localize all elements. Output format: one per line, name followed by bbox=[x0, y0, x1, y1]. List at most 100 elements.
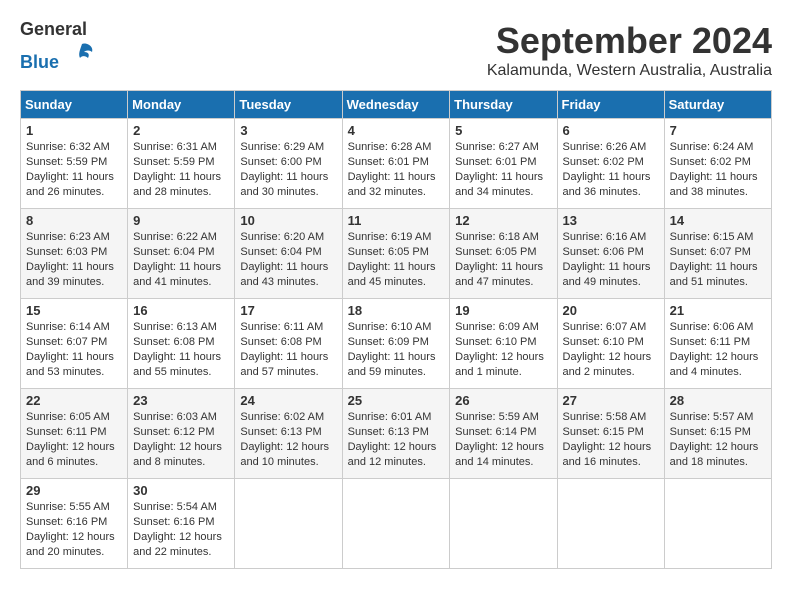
logo-blue: Blue bbox=[20, 52, 59, 72]
header-sunday: Sunday bbox=[21, 91, 128, 119]
day-info: Sunrise: 5:54 AM Sunset: 6:16 PM Dayligh… bbox=[133, 500, 229, 559]
sunrise-label: Sunrise: 6:01 AM bbox=[348, 411, 432, 423]
calendar-week-row: 29 Sunrise: 5:55 AM Sunset: 6:16 PM Dayl… bbox=[21, 479, 772, 569]
day-number: 15 bbox=[26, 303, 122, 318]
calendar-day-cell: 29 Sunrise: 5:55 AM Sunset: 6:16 PM Dayl… bbox=[21, 479, 128, 569]
sunset-label: Sunset: 6:13 PM bbox=[240, 426, 321, 438]
calendar-day-cell: 7 Sunrise: 6:24 AM Sunset: 6:02 PM Dayli… bbox=[664, 119, 771, 209]
day-info: Sunrise: 6:28 AM Sunset: 6:01 PM Dayligh… bbox=[348, 140, 445, 199]
sunrise-label: Sunrise: 6:32 AM bbox=[26, 141, 110, 153]
daylight-label: Daylight: 12 hours and 12 minutes. bbox=[348, 441, 437, 468]
day-number: 6 bbox=[563, 123, 659, 138]
daylight-label: Daylight: 11 hours and 43 minutes. bbox=[240, 261, 328, 288]
day-info: Sunrise: 6:15 AM Sunset: 6:07 PM Dayligh… bbox=[670, 230, 766, 289]
calendar-header-row: SundayMondayTuesdayWednesdayThursdayFrid… bbox=[21, 91, 772, 119]
day-number: 19 bbox=[455, 303, 551, 318]
daylight-label: Daylight: 11 hours and 28 minutes. bbox=[133, 171, 221, 198]
calendar-day-cell: 15 Sunrise: 6:14 AM Sunset: 6:07 PM Dayl… bbox=[21, 299, 128, 389]
day-info: Sunrise: 6:19 AM Sunset: 6:05 PM Dayligh… bbox=[348, 230, 445, 289]
sunset-label: Sunset: 6:11 PM bbox=[26, 426, 107, 438]
sunset-label: Sunset: 5:59 PM bbox=[133, 156, 214, 168]
sunset-label: Sunset: 6:11 PM bbox=[670, 336, 751, 348]
daylight-label: Daylight: 11 hours and 36 minutes. bbox=[563, 171, 651, 198]
calendar-day-cell: 2 Sunrise: 6:31 AM Sunset: 5:59 PM Dayli… bbox=[128, 119, 235, 209]
sunset-label: Sunset: 6:14 PM bbox=[455, 426, 536, 438]
day-number: 25 bbox=[348, 393, 445, 408]
calendar-day-cell: 8 Sunrise: 6:23 AM Sunset: 6:03 PM Dayli… bbox=[21, 209, 128, 299]
calendar-day-cell: 16 Sunrise: 6:13 AM Sunset: 6:08 PM Dayl… bbox=[128, 299, 235, 389]
daylight-label: Daylight: 11 hours and 30 minutes. bbox=[240, 171, 328, 198]
calendar-day-cell: 17 Sunrise: 6:11 AM Sunset: 6:08 PM Dayl… bbox=[235, 299, 342, 389]
day-number: 7 bbox=[670, 123, 766, 138]
calendar-day-cell: 20 Sunrise: 6:07 AM Sunset: 6:10 PM Dayl… bbox=[557, 299, 664, 389]
daylight-label: Daylight: 11 hours and 34 minutes. bbox=[455, 171, 543, 198]
daylight-label: Daylight: 11 hours and 59 minutes. bbox=[348, 351, 436, 378]
sunrise-label: Sunrise: 6:11 AM bbox=[240, 321, 323, 333]
daylight-label: Daylight: 11 hours and 45 minutes. bbox=[348, 261, 436, 288]
sunrise-label: Sunrise: 5:54 AM bbox=[133, 501, 217, 513]
header-thursday: Thursday bbox=[450, 91, 557, 119]
day-number: 22 bbox=[26, 393, 122, 408]
sunrise-label: Sunrise: 6:19 AM bbox=[348, 231, 432, 243]
sunrise-label: Sunrise: 6:02 AM bbox=[240, 411, 324, 423]
daylight-label: Daylight: 11 hours and 53 minutes. bbox=[26, 351, 114, 378]
calendar-day-cell: 28 Sunrise: 5:57 AM Sunset: 6:15 PM Dayl… bbox=[664, 389, 771, 479]
header-wednesday: Wednesday bbox=[342, 91, 450, 119]
sunrise-label: Sunrise: 6:22 AM bbox=[133, 231, 217, 243]
sunrise-label: Sunrise: 6:07 AM bbox=[563, 321, 647, 333]
sunset-label: Sunset: 6:00 PM bbox=[240, 156, 321, 168]
sunset-label: Sunset: 6:15 PM bbox=[670, 426, 751, 438]
calendar-day-cell: 11 Sunrise: 6:19 AM Sunset: 6:05 PM Dayl… bbox=[342, 209, 450, 299]
sunrise-label: Sunrise: 6:18 AM bbox=[455, 231, 539, 243]
day-info: Sunrise: 6:05 AM Sunset: 6:11 PM Dayligh… bbox=[26, 410, 122, 469]
day-number: 28 bbox=[670, 393, 766, 408]
daylight-label: Daylight: 11 hours and 38 minutes. bbox=[670, 171, 758, 198]
calendar-day-cell: 9 Sunrise: 6:22 AM Sunset: 6:04 PM Dayli… bbox=[128, 209, 235, 299]
calendar-day-cell: 4 Sunrise: 6:28 AM Sunset: 6:01 PM Dayli… bbox=[342, 119, 450, 209]
sunrise-label: Sunrise: 6:14 AM bbox=[26, 321, 110, 333]
header-monday: Monday bbox=[128, 91, 235, 119]
daylight-label: Daylight: 11 hours and 55 minutes. bbox=[133, 351, 221, 378]
calendar-day-cell: 25 Sunrise: 6:01 AM Sunset: 6:13 PM Dayl… bbox=[342, 389, 450, 479]
calendar-day-cell: 22 Sunrise: 6:05 AM Sunset: 6:11 PM Dayl… bbox=[21, 389, 128, 479]
sunset-label: Sunset: 6:05 PM bbox=[348, 246, 429, 258]
sunrise-label: Sunrise: 6:23 AM bbox=[26, 231, 110, 243]
sunrise-label: Sunrise: 5:58 AM bbox=[563, 411, 647, 423]
sunrise-label: Sunrise: 6:27 AM bbox=[455, 141, 539, 153]
day-info: Sunrise: 5:59 AM Sunset: 6:14 PM Dayligh… bbox=[455, 410, 551, 469]
day-number: 11 bbox=[348, 213, 445, 228]
header-tuesday: Tuesday bbox=[235, 91, 342, 119]
sunrise-label: Sunrise: 6:03 AM bbox=[133, 411, 217, 423]
day-number: 21 bbox=[670, 303, 766, 318]
calendar-day-cell: 6 Sunrise: 6:26 AM Sunset: 6:02 PM Dayli… bbox=[557, 119, 664, 209]
day-number: 8 bbox=[26, 213, 122, 228]
calendar-day-cell: 18 Sunrise: 6:10 AM Sunset: 6:09 PM Dayl… bbox=[342, 299, 450, 389]
daylight-label: Daylight: 11 hours and 57 minutes. bbox=[240, 351, 328, 378]
sunset-label: Sunset: 6:05 PM bbox=[455, 246, 536, 258]
sunset-label: Sunset: 6:04 PM bbox=[133, 246, 214, 258]
day-number: 16 bbox=[133, 303, 229, 318]
day-number: 2 bbox=[133, 123, 229, 138]
daylight-label: Daylight: 12 hours and 10 minutes. bbox=[240, 441, 329, 468]
daylight-label: Daylight: 12 hours and 18 minutes. bbox=[670, 441, 759, 468]
day-number: 10 bbox=[240, 213, 336, 228]
calendar-day-cell: 3 Sunrise: 6:29 AM Sunset: 6:00 PM Dayli… bbox=[235, 119, 342, 209]
sunrise-label: Sunrise: 6:06 AM bbox=[670, 321, 754, 333]
logo-bird-icon bbox=[68, 40, 96, 68]
daylight-label: Daylight: 11 hours and 49 minutes. bbox=[563, 261, 651, 288]
day-info: Sunrise: 6:02 AM Sunset: 6:13 PM Dayligh… bbox=[240, 410, 336, 469]
day-info: Sunrise: 6:16 AM Sunset: 6:06 PM Dayligh… bbox=[563, 230, 659, 289]
sunset-label: Sunset: 6:07 PM bbox=[26, 336, 107, 348]
calendar-day-cell bbox=[664, 479, 771, 569]
day-info: Sunrise: 6:09 AM Sunset: 6:10 PM Dayligh… bbox=[455, 320, 551, 379]
sunrise-label: Sunrise: 6:05 AM bbox=[26, 411, 110, 423]
day-info: Sunrise: 6:22 AM Sunset: 6:04 PM Dayligh… bbox=[133, 230, 229, 289]
sunset-label: Sunset: 6:13 PM bbox=[348, 426, 429, 438]
calendar-day-cell: 19 Sunrise: 6:09 AM Sunset: 6:10 PM Dayl… bbox=[450, 299, 557, 389]
sunset-label: Sunset: 6:10 PM bbox=[563, 336, 644, 348]
calendar-day-cell: 30 Sunrise: 5:54 AM Sunset: 6:16 PM Dayl… bbox=[128, 479, 235, 569]
sunrise-label: Sunrise: 6:13 AM bbox=[133, 321, 217, 333]
calendar-day-cell: 13 Sunrise: 6:16 AM Sunset: 6:06 PM Dayl… bbox=[557, 209, 664, 299]
sunset-label: Sunset: 6:06 PM bbox=[563, 246, 644, 258]
day-info: Sunrise: 6:18 AM Sunset: 6:05 PM Dayligh… bbox=[455, 230, 551, 289]
